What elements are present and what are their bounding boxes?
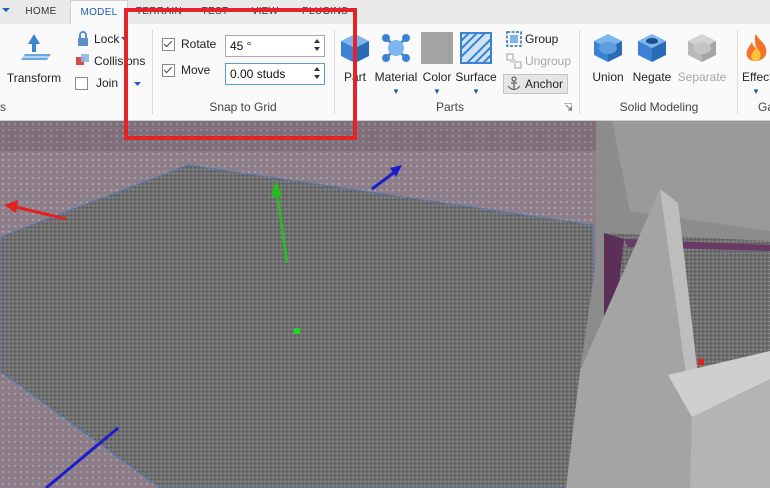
color-label: Color: [422, 70, 452, 84]
divider: [737, 30, 738, 114]
tab-home[interactable]: HOME: [14, 0, 68, 24]
transform-label: Transform: [6, 71, 62, 85]
highlight-box: [124, 8, 357, 140]
group-label: Group: [525, 32, 559, 46]
effects-button[interactable]: Effect ▼: [742, 32, 770, 96]
union-button[interactable]: Union: [588, 32, 628, 84]
transform-icon: [21, 34, 51, 60]
collisions-icon: [76, 54, 89, 65]
lock-icon: [78, 31, 88, 46]
gameplay-group-label: Ga: [758, 100, 770, 114]
chevron-down-icon[interactable]: [2, 6, 10, 14]
union-icon: [594, 34, 622, 62]
material-label: Material: [374, 70, 418, 84]
anchor-label: Anchor: [525, 77, 564, 91]
ribbon: Transform s Lock Collisions Join Rotate …: [0, 24, 770, 121]
surface-label: Surface: [455, 70, 497, 84]
tab-model[interactable]: MODEL: [70, 0, 128, 26]
lock-label: Lock: [94, 32, 120, 46]
parts-group-label: Parts: [435, 100, 464, 114]
separate-button[interactable]: Separate: [677, 32, 727, 84]
attachment-point: [698, 359, 704, 365]
color-swatch-icon: [421, 32, 453, 64]
scene-render: [0, 121, 770, 488]
ungroup-button[interactable]: Ungroup: [506, 53, 571, 69]
fire-icon: [746, 34, 767, 62]
ribbon-tab-strip: HOME MODEL TERRAIN TEST VIEW PLUGINS: [0, 0, 770, 26]
ungroup-label: Ungroup: [525, 54, 572, 68]
lock-button[interactable]: Lock: [75, 31, 129, 47]
ungroup-icon: [506, 53, 522, 69]
surface-icon: [460, 32, 492, 64]
chevron-down-icon[interactable]: ▼: [373, 87, 419, 96]
separate-label: Separate: [677, 70, 727, 84]
material-icon: [382, 34, 410, 62]
solid-modeling-group-label: Solid Modeling: [619, 100, 699, 114]
chevron-down-icon[interactable]: ▼: [455, 87, 497, 96]
anchor-button[interactable]: Anchor: [503, 74, 569, 94]
color-button[interactable]: Color ▼: [419, 32, 455, 96]
negate-label: Negate: [632, 70, 672, 84]
anchor-icon: [507, 76, 521, 91]
material-button[interactable]: Material ▼: [373, 32, 419, 96]
union-label: Union: [592, 70, 624, 84]
chevron-down-icon[interactable]: ▼: [742, 87, 770, 96]
join-label: Join: [96, 76, 119, 90]
effects-label: Effect: [742, 70, 770, 84]
dialog-launcher-icon[interactable]: [564, 103, 572, 111]
transform-button[interactable]: Transform: [4, 30, 64, 85]
surface-button[interactable]: Surface ▼: [455, 32, 497, 96]
join-checkbox[interactable]: [75, 76, 88, 90]
group-icon: [506, 31, 522, 47]
tools-group-label: s: [0, 100, 6, 114]
negate-icon: [638, 34, 666, 62]
separate-icon: [688, 34, 716, 62]
chevron-down-icon[interactable]: ▼: [419, 87, 455, 96]
join-button[interactable]: Join: [75, 76, 118, 90]
negate-button[interactable]: Negate: [631, 32, 673, 84]
3d-viewport[interactable]: [0, 121, 770, 488]
pivot-point[interactable]: [294, 328, 300, 334]
group-button[interactable]: Group: [506, 31, 558, 47]
